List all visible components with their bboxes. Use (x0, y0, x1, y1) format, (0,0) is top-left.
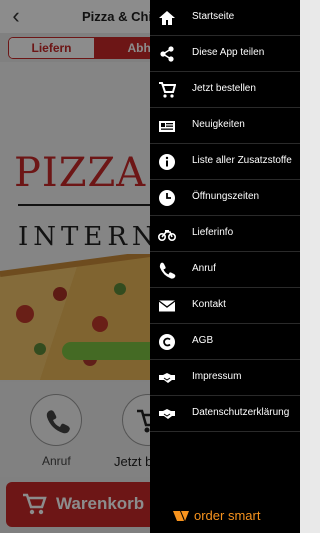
menu-label: Impressum (192, 371, 242, 382)
newspaper-icon (159, 121, 175, 132)
phone-icon (159, 262, 176, 279)
menu-label: Anruf (192, 263, 216, 274)
menu-item-order[interactable]: Jetzt bestellen (150, 72, 300, 108)
menu-item-contact[interactable]: Kontakt (150, 288, 300, 324)
menu-label: Diese App teilen (192, 47, 265, 58)
home-icon (159, 11, 175, 25)
menu-label: AGB (192, 335, 214, 346)
cart-icon (159, 82, 176, 98)
menu-item-call[interactable]: Anruf (150, 252, 300, 288)
menu-item-imprint[interactable]: Impressum (150, 360, 300, 396)
menu-item-news[interactable]: Neuigkeiten (150, 108, 300, 144)
menu-item-opening-hours[interactable]: Öffnungszeiten (150, 180, 300, 216)
menu-label: Datenschutzerklärung (192, 407, 290, 418)
order-smart-text: order smart (194, 508, 261, 523)
menu-item-share[interactable]: Diese App teilen (150, 36, 300, 72)
menu-item-privacy[interactable]: Datenschutzerklärung (150, 396, 300, 432)
share-icon (160, 46, 174, 62)
menu-label: Kontakt (192, 299, 226, 310)
envelope-icon (158, 300, 176, 312)
menu-item-delivery-info[interactable]: Lieferinfo (150, 216, 300, 252)
motorcycle-icon (158, 230, 176, 241)
menu-item-startseite[interactable]: Startseite (150, 0, 300, 36)
menu-label: Jetzt bestellen (192, 83, 256, 94)
menu-label: Öffnungszeiten (192, 191, 260, 202)
menu-label: Liste aller Zusatzstoffe (192, 155, 292, 166)
handshake-icon (159, 409, 175, 419)
info-icon (159, 154, 175, 170)
clock-icon (159, 190, 175, 206)
handshake-icon (159, 373, 175, 383)
copyright-icon (159, 334, 175, 350)
menu-label: Startseite (192, 11, 235, 22)
menu-item-agb[interactable]: AGB (150, 324, 300, 360)
menu-label: Lieferinfo (192, 227, 234, 238)
order-smart-logo-icon (173, 511, 189, 521)
menu-label: Neuigkeiten (192, 119, 245, 130)
menu-item-additives[interactable]: Liste aller Zusatzstoffe (150, 144, 300, 180)
side-menu: Startseite Diese App teilen Jetzt bestel… (150, 0, 300, 533)
